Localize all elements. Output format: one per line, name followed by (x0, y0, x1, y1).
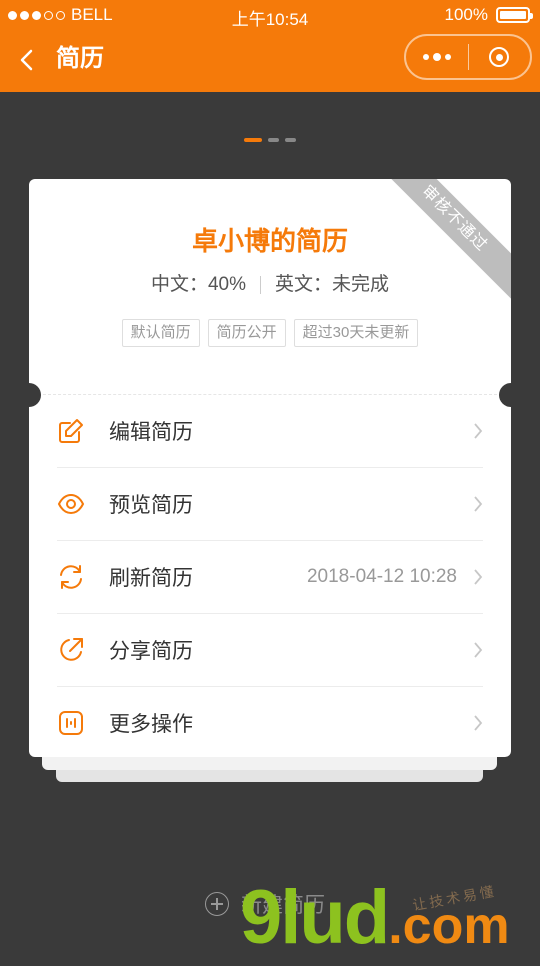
menu-item-label: 更多操作 (109, 713, 193, 736)
eye-icon (57, 490, 85, 518)
resume-tags: 默认简历 简历公开 超过30天未更新 (29, 319, 511, 347)
chevron-right-icon (474, 423, 483, 439)
mini-program-capsule (404, 34, 532, 80)
chevron-left-icon (20, 49, 33, 71)
status-bar: BELL 上午10:54 100% (0, 0, 540, 30)
page-indicator-dot[interactable] (268, 138, 279, 142)
chevron-right-icon (474, 496, 483, 512)
share-resume-item[interactable]: 分享简历 (57, 614, 483, 687)
tag-public: 简历公开 (207, 319, 286, 347)
page-indicator (0, 138, 540, 142)
refresh-icon (57, 563, 85, 591)
card-notch (29, 383, 41, 407)
resume-card[interactable]: 审核不通过 卓小博的简历 中文：40% 英文：未完成 默认简历 简历公开 超过3… (29, 179, 511, 757)
chevron-right-icon (474, 569, 483, 585)
plus-circle-icon (205, 892, 229, 916)
back-button[interactable] (16, 46, 40, 74)
card-notch (499, 383, 511, 407)
tag-default: 默认简历 (121, 319, 200, 347)
chevron-right-icon (474, 642, 483, 658)
resume-title: 卓小博的简历 (191, 226, 348, 256)
nav-bar: 简历 (0, 30, 540, 92)
watermark-main: 9lud (240, 875, 390, 960)
resume-action-menu: 编辑简历 预览简历 刷新简历 2018-04-12 10:28 分享简历 更多操… (57, 395, 483, 757)
menu-item-label: 刷新简历 (109, 567, 193, 590)
more-dots-icon (422, 53, 451, 61)
edit-icon (57, 417, 85, 445)
menu-item-label: 预览简历 (109, 494, 193, 517)
divider (260, 276, 261, 294)
menu-item-label: 编辑简历 (109, 421, 193, 444)
tag-outdated: 超过30天未更新 (293, 319, 419, 347)
more-actions-item[interactable]: 更多操作 (57, 687, 483, 757)
battery-percent: 100% (444, 5, 488, 24)
menu-item-label: 分享简历 (109, 640, 193, 663)
more-actions-icon (57, 709, 85, 737)
battery-area: 100% (444, 5, 533, 25)
chevron-right-icon (474, 715, 483, 731)
close-mini-program-button[interactable] (469, 36, 531, 78)
page-indicator-dot[interactable] (285, 138, 296, 142)
refresh-resume-item[interactable]: 刷新简历 2018-04-12 10:28 (57, 541, 483, 614)
preview-resume-item[interactable]: 预览简历 (57, 468, 483, 541)
top-bar: BELL 上午10:54 100% 简历 (0, 0, 540, 92)
last-refresh-time: 2018-04-12 10:28 (306, 566, 457, 587)
page-title: 简历 (56, 45, 104, 72)
more-menu-button[interactable] (406, 36, 468, 78)
target-icon (489, 47, 510, 67)
completion-status: 中文：40% 英文：未完成 (29, 271, 511, 299)
page-indicator-dot[interactable] (244, 138, 262, 142)
chinese-progress: 中文：40% (150, 274, 246, 295)
english-progress: 英文：未完成 (275, 274, 390, 295)
edit-resume-item[interactable]: 编辑简历 (57, 395, 483, 468)
share-icon (57, 636, 85, 664)
battery-icon (496, 7, 533, 23)
